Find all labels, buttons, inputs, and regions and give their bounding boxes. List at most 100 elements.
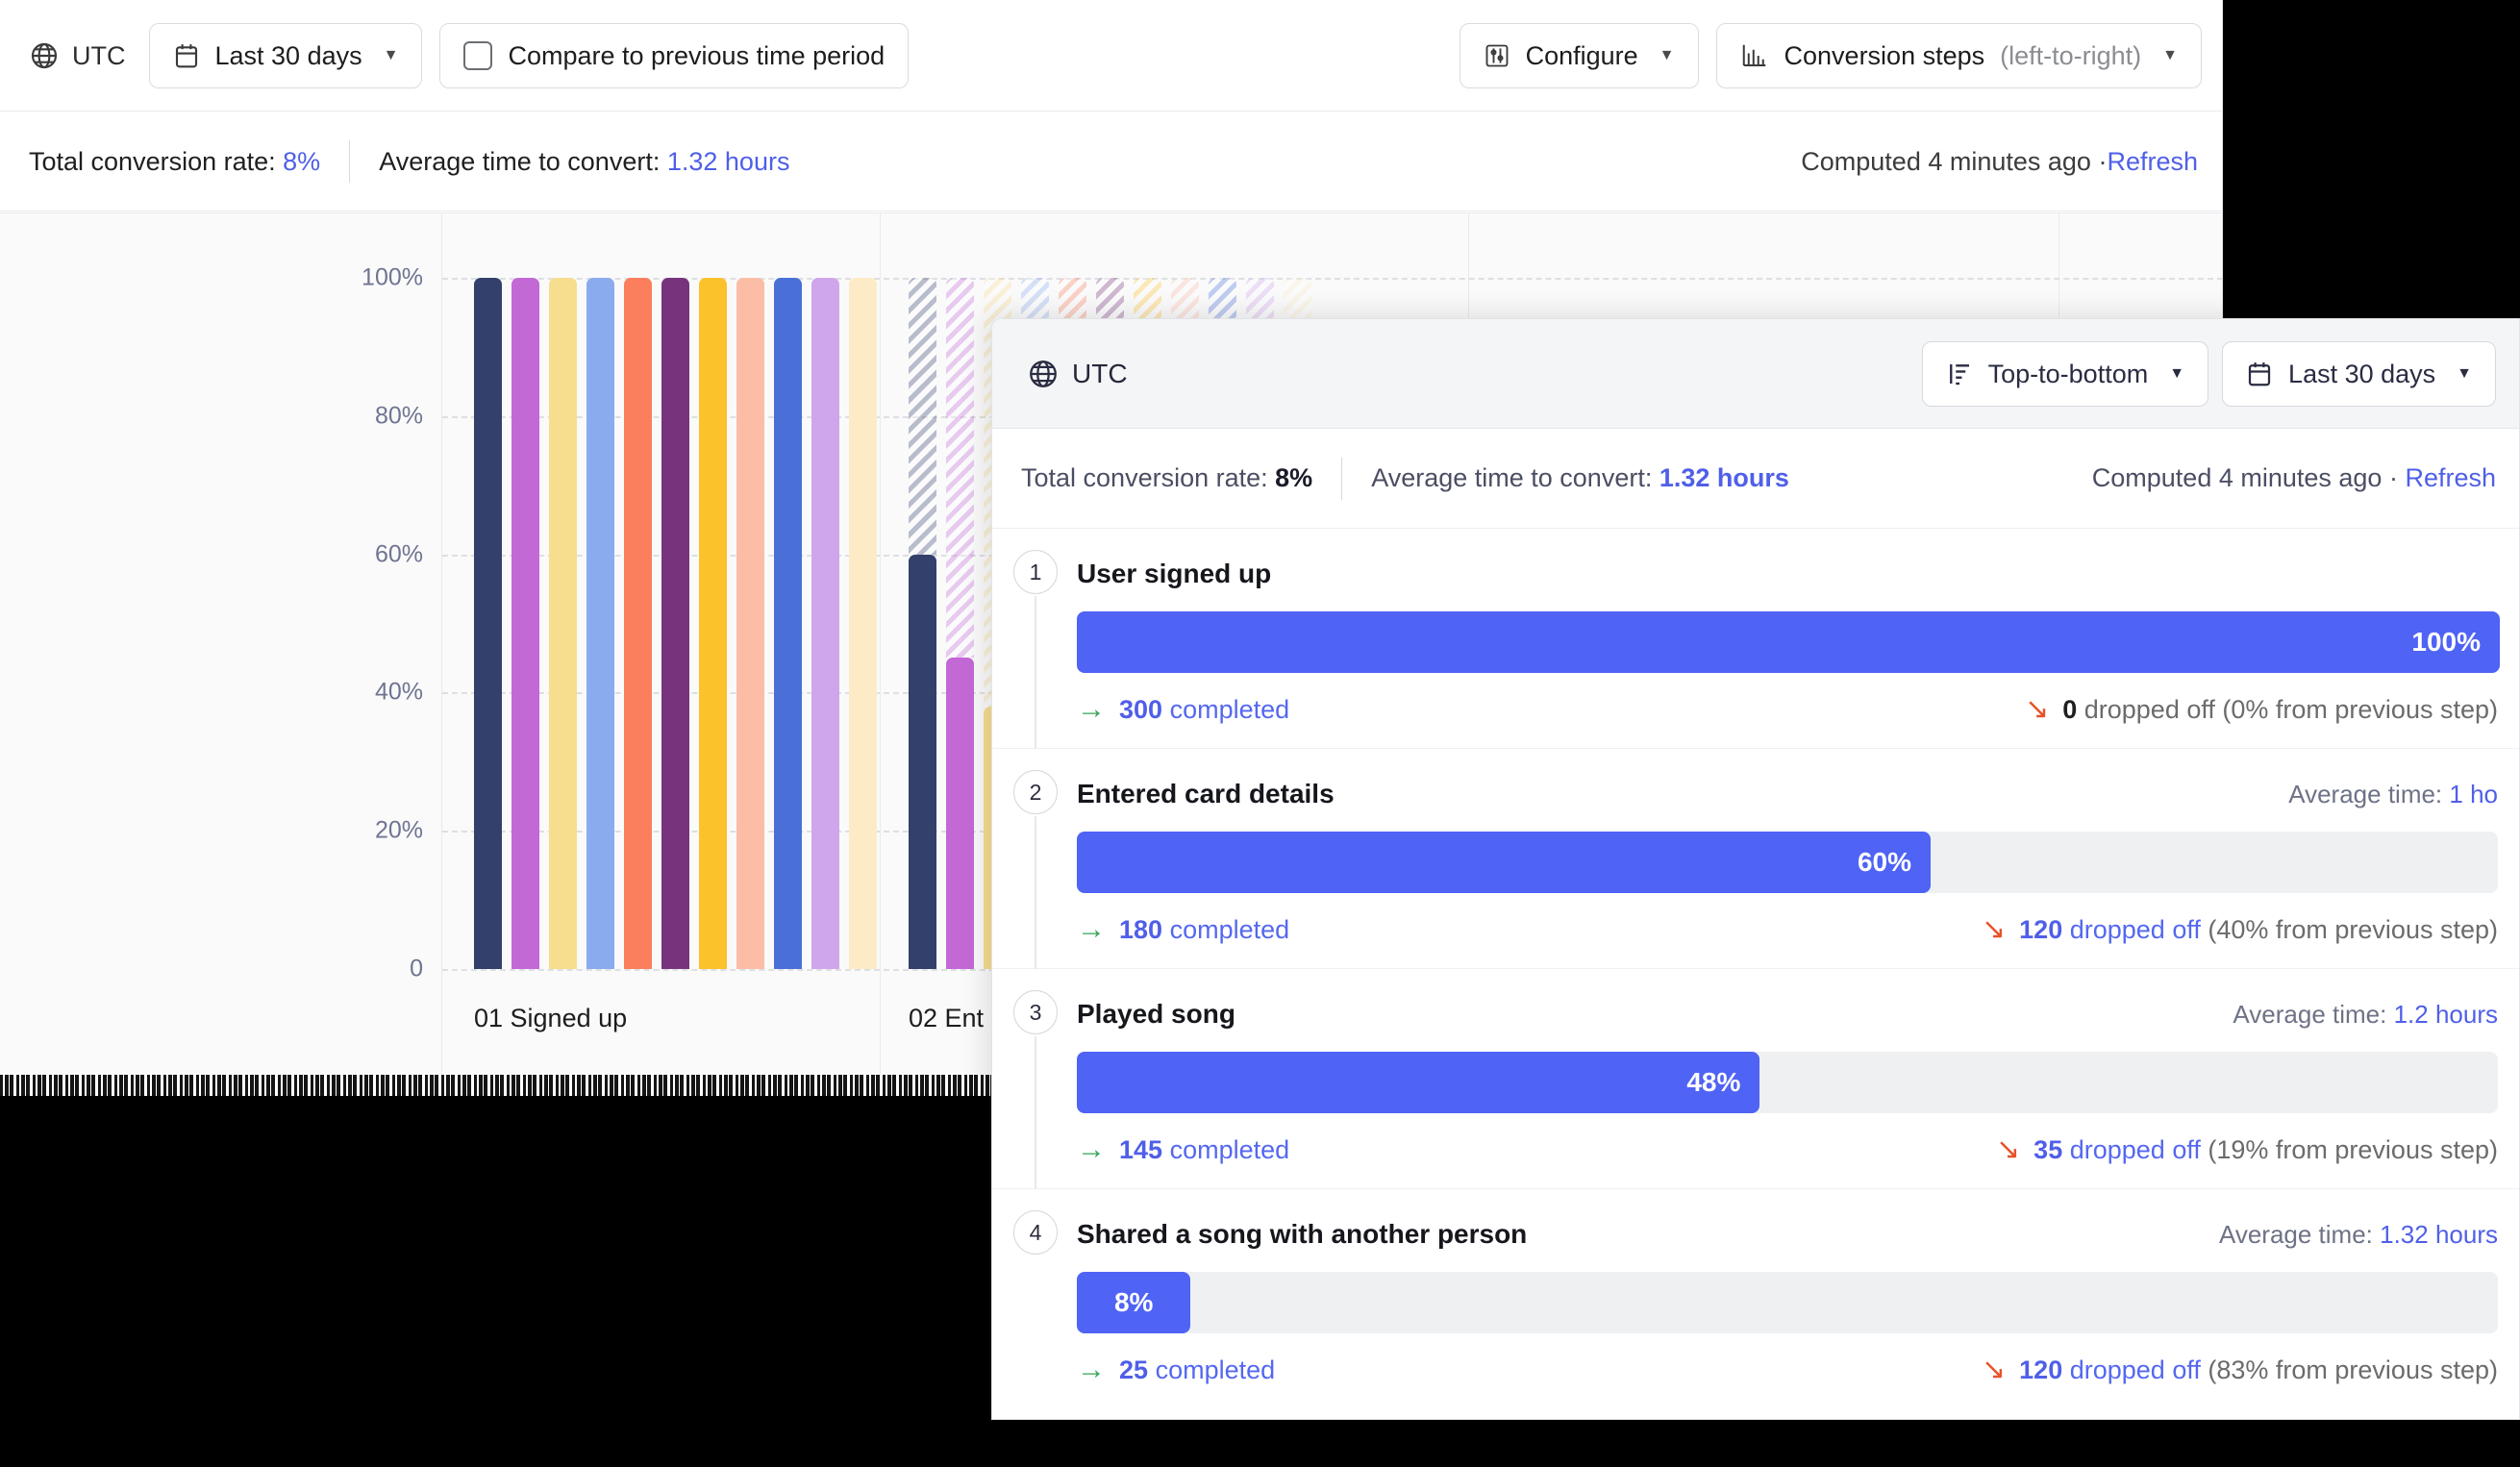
- refresh-link[interactable]: Refresh: [2107, 147, 2198, 177]
- funnel-detail-panel: UTC Top-to-bottom ▼ Last 30 days ▼ Total…: [991, 318, 2520, 1420]
- step-number-badge: 4: [1013, 1210, 1058, 1255]
- step-connector-line: [1035, 1036, 1036, 1189]
- bar-dropoff-segment: [946, 278, 974, 659]
- bar: [511, 278, 539, 969]
- step-completed-count: 300: [1119, 694, 1163, 724]
- arrow-down-right-icon: ↘: [1982, 913, 2007, 945]
- bar-completed-segment: [624, 278, 652, 969]
- panel-timezone-chip[interactable]: UTC: [1021, 358, 1134, 390]
- y-tick-label: 40%: [374, 678, 423, 706]
- step-dropped-count: 120: [2019, 914, 2063, 944]
- step-completed-count: 25: [1119, 1355, 1149, 1384]
- x-axis-label: 01 Signed up: [474, 1004, 628, 1032]
- panel-timezone-label: UTC: [1072, 358, 1128, 388]
- bar-completed-segment: [474, 278, 502, 969]
- panel-avg-time-value: 1.32 hours: [1659, 463, 1789, 492]
- bar-completed-segment: [736, 278, 764, 969]
- step-completed-word: completed: [1169, 694, 1290, 724]
- panel-stats-bar: Total conversion rate: 8% Average time t…: [992, 429, 2519, 529]
- y-tick-label: 80%: [374, 402, 423, 430]
- column-divider: [880, 213, 881, 1096]
- arrow-right-icon: →: [1077, 693, 1106, 725]
- bar-completed-segment: [699, 278, 727, 969]
- step-title: Entered card details: [1077, 779, 1335, 808]
- compare-checkbox[interactable]: Compare to previous time period: [439, 23, 910, 88]
- step-progress-fill: 100%: [1077, 611, 2500, 673]
- step-number-badge: 2: [1013, 770, 1058, 814]
- view-mode-label: Conversion steps: [1784, 40, 1985, 70]
- step-dropped-stat: ↘ 35 dropped off (19% from previous step): [1996, 1135, 2498, 1165]
- bar: [774, 278, 802, 969]
- step-dropped-count: 35: [2033, 1134, 2063, 1164]
- chevron-down-icon: ▼: [2169, 365, 2185, 382]
- arrow-down-right-icon: ↘: [2025, 693, 2050, 725]
- step-completed-stat: → 25 completed: [1077, 1355, 1275, 1385]
- stats-divider: [349, 140, 351, 183]
- bar-completed-segment: [946, 658, 974, 969]
- timezone-chip[interactable]: UTC: [23, 40, 132, 71]
- sliders-icon: [1484, 42, 1510, 69]
- step-average-time-value: 1 ho: [2449, 779, 2498, 808]
- bar-completed-segment: [909, 554, 936, 969]
- step-title: Played song: [1077, 999, 1235, 1029]
- date-range-dropdown[interactable]: Last 30 days ▼: [148, 23, 423, 88]
- step-progress-track: 60%: [1077, 832, 2498, 893]
- step-completed-count: 180: [1119, 914, 1163, 944]
- compare-label: Compare to previous time period: [508, 40, 886, 70]
- step-dropped-word: dropped off: [2083, 694, 2215, 724]
- view-mode-direction: (left-to-right): [2000, 40, 2142, 70]
- step-dropped-count: 120: [2019, 1355, 2063, 1384]
- configure-dropdown[interactable]: Configure ▼: [1459, 23, 1699, 88]
- arrow-right-icon: →: [1077, 1133, 1106, 1165]
- panel-header: UTC Top-to-bottom ▼ Last 30 days ▼: [992, 319, 2519, 429]
- bar-dropoff-segment: [909, 278, 936, 555]
- step-dropped-count: 0: [2062, 694, 2078, 724]
- step-completed-word: completed: [1169, 1134, 1290, 1164]
- bar: [549, 278, 577, 969]
- step-dropped-note: (19% from previous step): [2208, 1134, 2498, 1164]
- bar: [699, 278, 727, 969]
- chart-stats-bar: Total conversion rate: 8% Average time t…: [0, 112, 2222, 211]
- funnel-step-row[interactable]: 3 Played song Average time: 1.2 hours 48% → 1…: [992, 969, 2519, 1189]
- panel-date-range-dropdown[interactable]: Last 30 days ▼: [2222, 341, 2496, 407]
- funnel-step-row[interactable]: 1 User signed up 100% → 300 completed ↘ 0 drop…: [992, 529, 2519, 749]
- step-completed-stat: → 180 completed: [1077, 915, 1289, 945]
- step-completed-stat: → 300 completed: [1077, 695, 1289, 725]
- date-range-label: Last 30 days: [214, 40, 362, 70]
- panel-stats-divider: [1341, 457, 1343, 500]
- checkbox-icon: [463, 41, 493, 70]
- bar: [909, 278, 936, 969]
- bar: [474, 278, 502, 969]
- bar-completed-segment: [586, 278, 614, 969]
- step-average-time-value: 1.32 hours: [2380, 1219, 2498, 1249]
- step-completed-word: completed: [1169, 914, 1290, 944]
- step-number-badge: 3: [1013, 990, 1058, 1034]
- chevron-down-icon: ▼: [2162, 47, 2178, 63]
- step-completed-count: 145: [1119, 1134, 1163, 1164]
- orientation-dropdown[interactable]: Top-to-bottom ▼: [1921, 341, 2209, 407]
- step-dropped-stat: ↘ 120 dropped off (83% from previous step…: [1982, 1355, 2498, 1385]
- list-order-icon: [1946, 360, 1973, 388]
- y-tick-label: 60%: [374, 540, 423, 568]
- step-dropped-note: (83% from previous step): [2208, 1355, 2498, 1384]
- step-progress-track: 100%: [1077, 611, 2500, 673]
- chevron-down-icon: ▼: [2457, 365, 2472, 382]
- avg-time-label: Average time to convert:: [379, 146, 661, 176]
- step-connector-line: [1035, 816, 1036, 969]
- total-conversion-value: 8%: [283, 146, 321, 176]
- bar: [661, 278, 689, 969]
- funnel-step-row[interactable]: 4 Shared a song with another person Averag…: [992, 1189, 2519, 1408]
- step-progress-fill: 48%: [1077, 1052, 1760, 1113]
- step-average-time: Average time: 1.32 hours: [2218, 1219, 2498, 1249]
- timezone-label: UTC: [72, 40, 126, 70]
- bar: [811, 278, 839, 969]
- bar: [946, 278, 974, 969]
- configure-label: Configure: [1525, 40, 1638, 70]
- view-mode-dropdown[interactable]: Conversion steps (left-to-right) ▼: [1715, 23, 2202, 88]
- step-dropped-word: dropped off: [2069, 1355, 2201, 1384]
- bar: [586, 278, 614, 969]
- chevron-down-icon: ▼: [1659, 47, 1675, 63]
- funnel-step-row[interactable]: 2 Entered card details Average time: 1 ho 6…: [992, 749, 2519, 969]
- panel-refresh-link[interactable]: Refresh: [2405, 463, 2496, 492]
- total-conversion-label: Total conversion rate:: [29, 146, 276, 176]
